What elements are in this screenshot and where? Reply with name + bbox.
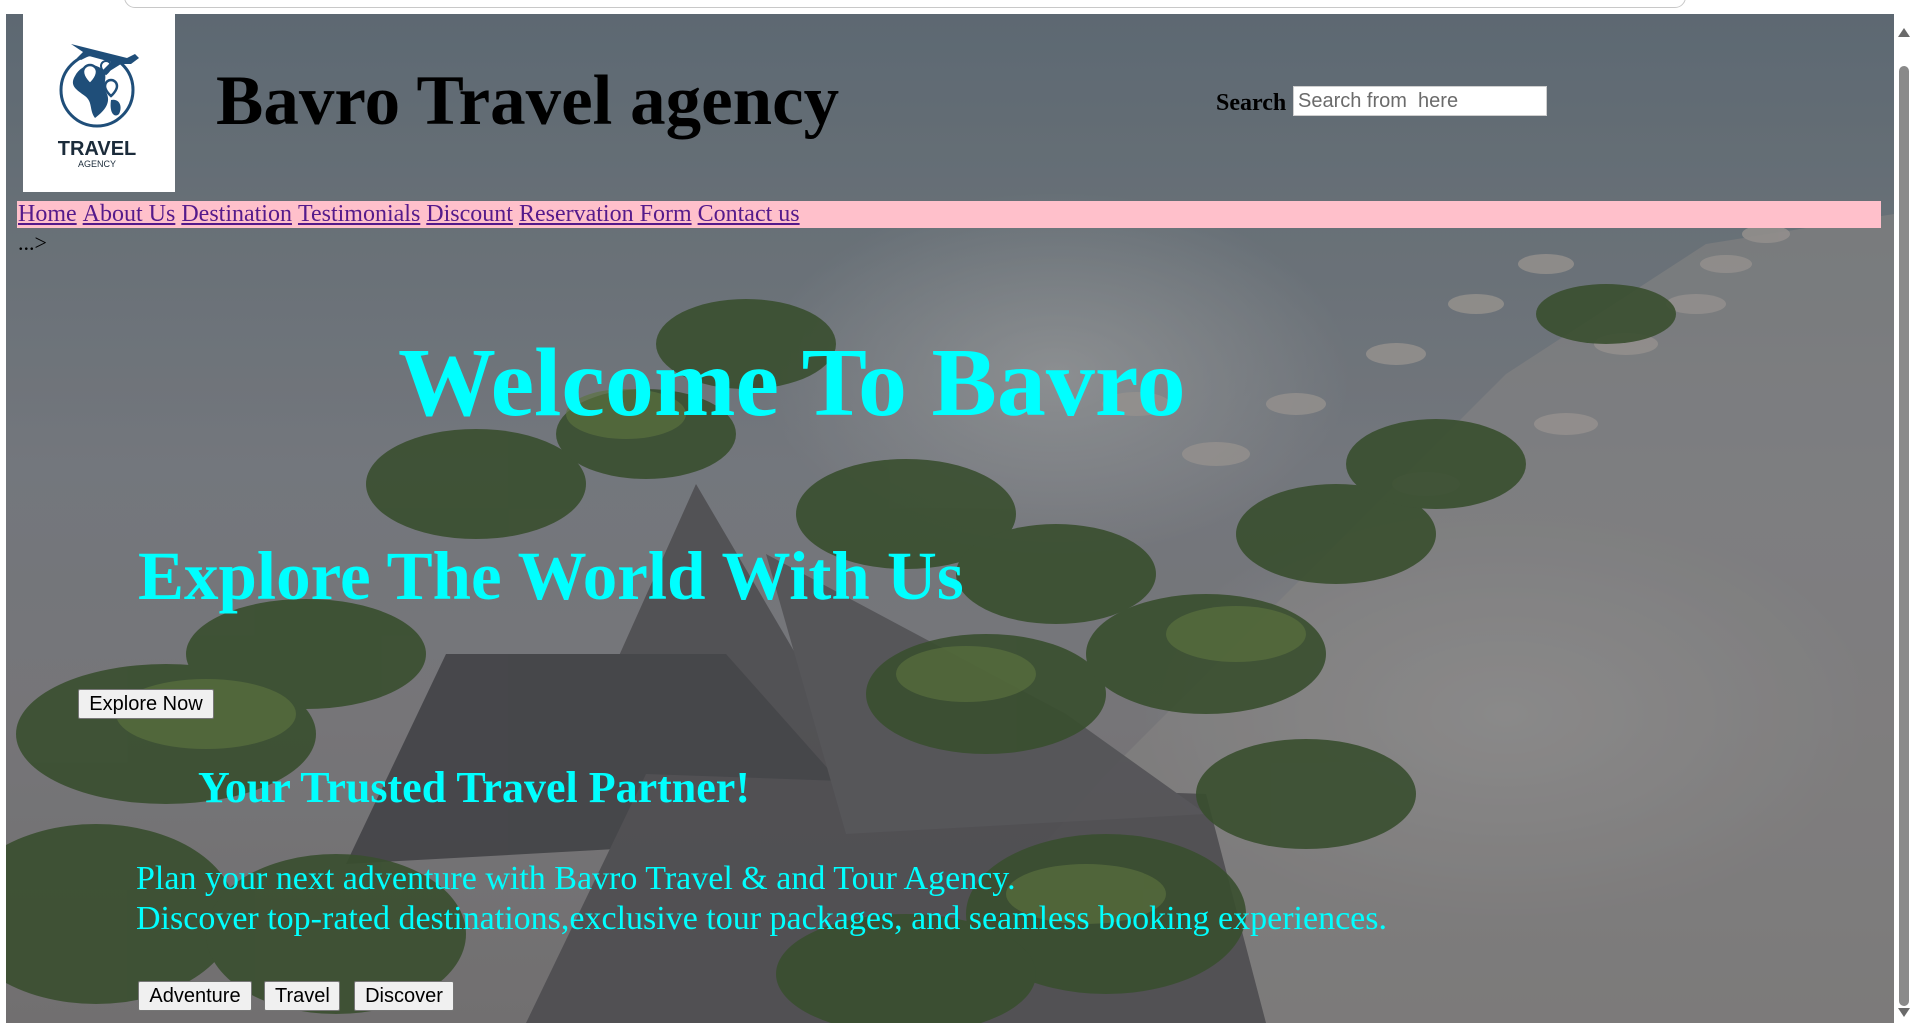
main-nav: Home About Us Destination Testimonials D… — [17, 201, 1881, 228]
globe-airplane-icon: TRAVEL AGENCY — [58, 44, 139, 169]
discover-button[interactable]: Discover — [354, 981, 454, 1011]
nav-link-reservation-form[interactable]: Reservation Form — [519, 201, 692, 228]
hero-description-line-2: Discover top-rated destinations,exclusiv… — [136, 900, 1387, 937]
scrollbar-thumb[interactable] — [1899, 66, 1909, 1006]
search-label: Search — [1216, 90, 1287, 116]
nav-link-home[interactable]: Home — [18, 201, 77, 228]
nav-link-contact-us[interactable]: Contact us — [698, 201, 800, 228]
logo[interactable]: TRAVEL AGENCY — [23, 14, 175, 192]
nav-link-discount[interactable]: Discount — [426, 201, 513, 228]
nav-link-about-us[interactable]: About Us — [83, 201, 176, 228]
logo-text: TRAVEL — [58, 138, 137, 160]
adventure-button[interactable]: Adventure — [138, 981, 252, 1011]
scroll-up-arrow-icon[interactable] — [1898, 28, 1910, 37]
hero-description-line-1: Plan your next adventure with Bavro Trav… — [136, 860, 1016, 897]
site-title: Bavro Travel agency — [216, 62, 840, 140]
stray-comment-text: ...> — [18, 230, 47, 255]
page-viewport: TRAVEL AGENCY Bavro Travel agency Search… — [6, 14, 1894, 1023]
nav-link-destination[interactable]: Destination — [181, 201, 292, 228]
travel-button[interactable]: Travel — [264, 981, 340, 1011]
explore-heading: Explore The World With Us — [138, 538, 964, 614]
partner-heading: Your Trusted Travel Partner! — [198, 763, 750, 812]
nav-link-testimonials[interactable]: Testimonials — [298, 201, 420, 228]
welcome-heading: Welcome To Bavro — [398, 329, 1186, 437]
scroll-down-arrow-icon[interactable] — [1898, 1008, 1910, 1017]
browser-top-bar — [0, 0, 1920, 14]
browser-address-bar[interactable] — [124, 0, 1686, 8]
search-input[interactable] — [1293, 86, 1547, 116]
hero-description: Plan your next adventure with Bavro Trav… — [136, 859, 1387, 939]
logo-subtext: AGENCY — [78, 159, 116, 169]
vertical-scrollbar[interactable] — [1894, 14, 1914, 1023]
explore-now-button[interactable]: Explore Now — [78, 689, 214, 719]
